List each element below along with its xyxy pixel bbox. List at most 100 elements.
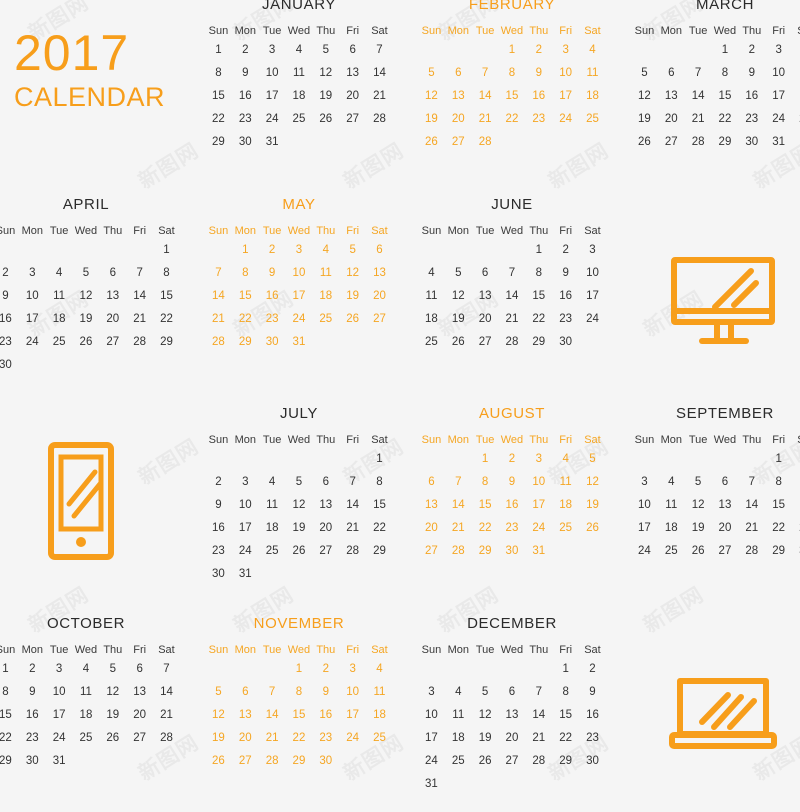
day-cell[interactable]: 27 (712, 545, 739, 558)
day-cell[interactable]: 1 (472, 453, 499, 466)
day-cell[interactable]: 16 (499, 499, 526, 512)
day-cell[interactable]: 13 (99, 290, 126, 303)
day-cell[interactable]: 27 (126, 732, 153, 745)
day-cell[interactable]: 22 (499, 113, 526, 126)
day-cell[interactable]: 26 (73, 336, 100, 349)
day-cell[interactable]: 19 (312, 90, 339, 103)
day-cell[interactable]: 16 (0, 313, 19, 326)
month-april[interactable]: APRILSunMonTueWedThuFriSat12345678910111… (0, 196, 180, 383)
day-cell[interactable]: 23 (579, 732, 606, 745)
day-cell[interactable]: 20 (99, 313, 126, 326)
day-cell[interactable]: 21 (525, 732, 552, 745)
day-cell[interactable]: 31 (259, 136, 286, 149)
day-cell[interactable]: 3 (19, 267, 46, 280)
day-cell[interactable]: 30 (792, 545, 800, 558)
day-cell[interactable]: 21 (339, 522, 366, 535)
day-cell[interactable]: 20 (339, 90, 366, 103)
day-cell[interactable]: 10 (579, 267, 606, 280)
day-cell[interactable]: 11 (73, 686, 100, 699)
day-cell[interactable]: 30 (312, 755, 339, 768)
day-cell[interactable]: 14 (126, 290, 153, 303)
day-cell[interactable]: 1 (712, 44, 739, 57)
day-cell[interactable]: 2 (312, 663, 339, 676)
day-cell[interactable]: 8 (525, 267, 552, 280)
day-cell[interactable]: 8 (153, 267, 180, 280)
day-cell[interactable]: 6 (232, 686, 259, 699)
day-cell[interactable]: 4 (418, 267, 445, 280)
day-cell[interactable]: 12 (99, 686, 126, 699)
day-cell[interactable]: 8 (286, 686, 313, 699)
day-cell[interactable]: 4 (792, 45, 800, 57)
day-cell[interactable]: 26 (339, 313, 366, 326)
day-cell[interactable]: 24 (232, 545, 259, 558)
day-cell[interactable]: 23 (738, 113, 765, 126)
day-cell[interactable]: 2 (579, 663, 606, 676)
day-cell[interactable]: 21 (259, 732, 286, 745)
day-cell[interactable]: 13 (418, 499, 445, 512)
day-cell[interactable]: 19 (205, 732, 232, 745)
day-cell[interactable]: 20 (232, 732, 259, 745)
day-cell[interactable]: 28 (499, 336, 526, 349)
day-cell[interactable]: 3 (765, 44, 792, 57)
day-cell[interactable]: 30 (0, 359, 19, 372)
day-cell[interactable]: 13 (472, 290, 499, 303)
day-cell[interactable]: 9 (499, 476, 526, 489)
day-cell[interactable]: 2 (552, 244, 579, 257)
day-cell[interactable]: 10 (765, 67, 792, 80)
day-cell[interactable]: 16 (579, 709, 606, 722)
day-cell[interactable]: 20 (445, 113, 472, 126)
day-cell[interactable]: 25 (792, 113, 800, 126)
day-cell[interactable]: 22 (552, 732, 579, 745)
day-cell[interactable]: 9 (525, 67, 552, 80)
day-cell[interactable]: 24 (339, 732, 366, 745)
day-cell[interactable]: 19 (472, 732, 499, 745)
day-cell[interactable]: 11 (312, 267, 339, 280)
day-cell[interactable]: 29 (712, 136, 739, 149)
day-cell[interactable]: 19 (418, 113, 445, 126)
day-cell[interactable]: 7 (153, 663, 180, 676)
day-cell[interactable]: 17 (525, 499, 552, 512)
day-cell[interactable]: 16 (738, 90, 765, 103)
day-cell[interactable]: 10 (46, 686, 73, 699)
day-cell[interactable]: 9 (205, 499, 232, 512)
day-cell[interactable]: 14 (153, 686, 180, 699)
day-cell[interactable]: 17 (631, 522, 658, 535)
day-cell[interactable]: 30 (259, 336, 286, 349)
day-cell[interactable]: 4 (286, 44, 313, 57)
day-cell[interactable]: 22 (232, 313, 259, 326)
day-cell[interactable]: 6 (712, 476, 739, 489)
day-cell[interactable]: 13 (232, 709, 259, 722)
day-cell[interactable]: 11 (259, 499, 286, 512)
day-cell[interactable]: 10 (525, 476, 552, 489)
day-cell[interactable]: 25 (259, 545, 286, 558)
day-cell[interactable]: 9 (738, 67, 765, 80)
day-cell[interactable]: 30 (552, 336, 579, 349)
day-cell[interactable]: 14 (259, 709, 286, 722)
day-cell[interactable]: 30 (19, 755, 46, 768)
day-cell[interactable]: 21 (499, 313, 526, 326)
day-cell[interactable]: 6 (366, 244, 393, 257)
day-cell[interactable]: 25 (552, 522, 579, 535)
day-cell[interactable]: 6 (339, 44, 366, 57)
day-cell[interactable]: 29 (232, 336, 259, 349)
day-cell[interactable]: 13 (499, 709, 526, 722)
day-cell[interactable]: 22 (0, 732, 19, 745)
day-cell[interactable]: 23 (259, 313, 286, 326)
day-cell[interactable]: 21 (366, 90, 393, 103)
day-cell[interactable]: 10 (286, 267, 313, 280)
day-cell[interactable]: 27 (99, 336, 126, 349)
day-cell[interactable]: 7 (685, 67, 712, 80)
day-cell[interactable]: 23 (312, 732, 339, 745)
day-cell[interactable]: 29 (765, 545, 792, 558)
day-cell[interactable]: 12 (418, 90, 445, 103)
day-cell[interactable]: 26 (99, 732, 126, 745)
day-cell[interactable]: 9 (259, 267, 286, 280)
day-cell[interactable]: 17 (46, 709, 73, 722)
day-cell[interactable]: 16 (205, 522, 232, 535)
day-cell[interactable]: 10 (232, 499, 259, 512)
day-cell[interactable]: 13 (712, 499, 739, 512)
day-cell[interactable]: 1 (525, 244, 552, 257)
day-cell[interactable]: 17 (286, 290, 313, 303)
month-may[interactable]: MAY Sun Mon Tue Wed Thu Fri Sat 1 2 3 4 5 6 7 8 9 10 11 12 1… (205, 196, 393, 360)
day-cell[interactable]: 3 (259, 44, 286, 57)
